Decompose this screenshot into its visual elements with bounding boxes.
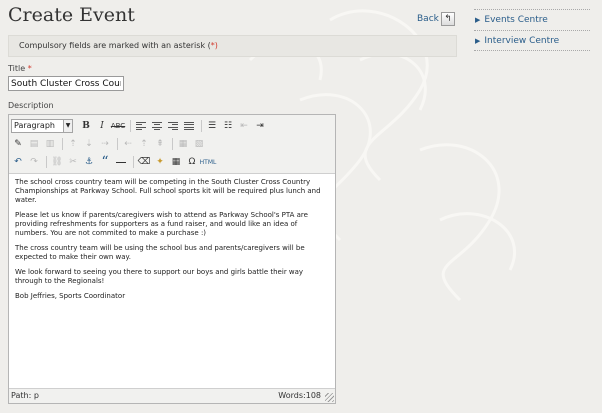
toolbar-row-2: ✎ ▤ ▥ ⇡ ⇣ ⇢ ⇠ ⇡ ⇞ ▦ ▧	[11, 135, 208, 153]
content-paragraph: The cross country team will be using the…	[15, 244, 305, 261]
table-icon[interactable]: ▤	[27, 137, 41, 151]
insert-col-icon[interactable]: ⇠	[121, 137, 135, 151]
toolbar-separator	[117, 138, 118, 150]
editor-content[interactable]: The school cross country team will be co…	[15, 178, 327, 378]
cleanup-icon[interactable]: ✦	[153, 155, 167, 169]
content-paragraph: We look forward to seeing you there to s…	[15, 268, 304, 285]
back-link[interactable]: Back	[417, 14, 439, 24]
bullet-list-icon[interactable]: ☰	[205, 119, 219, 133]
row-props-icon[interactable]: ⇢	[98, 137, 112, 151]
delete-row-icon[interactable]: ⇣	[82, 137, 96, 151]
notice-text: Compulsory fields are marked with an ast…	[19, 41, 211, 50]
horizontal-rule-icon[interactable]	[114, 155, 128, 169]
sidebar-item-label: Events Centre	[484, 15, 548, 25]
bold-button[interactable]: B	[79, 119, 93, 133]
link-icon[interactable]: ⛓	[50, 155, 64, 169]
notice-end: )	[214, 41, 218, 50]
col-props-icon[interactable]: ⇞	[153, 137, 167, 151]
sidebar-item-interview-centre[interactable]: ▶ Interview Centre	[474, 30, 590, 51]
content-paragraph: The school cross country team will be co…	[15, 178, 321, 204]
align-justify-icon[interactable]	[182, 119, 196, 133]
align-center-icon[interactable]	[150, 119, 164, 133]
chevron-down-icon: ▼	[63, 120, 72, 132]
numbered-list-icon[interactable]: ☷	[221, 119, 235, 133]
content-paragraph: Please let us know if parents/caregivers…	[15, 211, 308, 237]
description-label: Description	[8, 101, 54, 110]
align-left-icon[interactable]	[134, 119, 148, 133]
insert-row-icon[interactable]: ⇡	[66, 137, 80, 151]
editor-toolbar: Paragraph ▼ B I ABC ☰ ☷ ⇤ ⇥ ✎ ▤ ▥ ⇡ ⇣ ⇢ …	[9, 115, 335, 174]
outdent-icon[interactable]: ⇤	[237, 119, 251, 133]
back-arrow-icon[interactable]: ↰	[441, 12, 455, 26]
table-props-icon[interactable]: ▥	[43, 137, 57, 151]
title-input[interactable]	[8, 76, 124, 91]
toolbar-row-3: ↶ ↷ ⛓ ✂ ⚓ “ ⌫ ✦ ▦ Ω HTML	[11, 153, 217, 171]
anchor-icon[interactable]: ⚓	[82, 155, 96, 169]
page-title: Create Event	[8, 4, 135, 26]
sidebar-item-label: Interview Centre	[484, 35, 560, 46]
status-path: Path: p	[11, 391, 39, 400]
side-nav: ▶ Events Centre ▶ Interview Centre	[474, 9, 590, 51]
toolbar-separator	[133, 156, 134, 168]
toolbar-row-1: Paragraph ▼ B I ABC ☰ ☷ ⇤ ⇥	[11, 117, 269, 135]
remove-format-icon[interactable]: ⌫	[137, 155, 151, 169]
required-asterisk: *	[27, 64, 32, 73]
edit-icon[interactable]: ✎	[11, 137, 25, 151]
toolbar-separator	[130, 120, 131, 132]
rich-text-editor: Paragraph ▼ B I ABC ☰ ☷ ⇤ ⇥ ✎ ▤ ▥ ⇡ ⇣ ⇢ …	[8, 114, 336, 404]
title-label-text: Title	[8, 64, 26, 73]
toolbar-separator	[201, 120, 202, 132]
editor-status-bar: Path: p Words:108	[9, 388, 335, 403]
toolbar-separator	[62, 138, 63, 150]
sidebar-item-events-centre[interactable]: ▶ Events Centre	[474, 9, 590, 30]
align-right-icon[interactable]	[166, 119, 180, 133]
triangle-right-icon: ▶	[475, 36, 481, 45]
merge-cells-icon[interactable]: ▦	[176, 137, 190, 151]
split-cells-icon[interactable]: ▧	[192, 137, 206, 151]
toolbar-separator	[46, 156, 47, 168]
title-label: Title *	[8, 64, 32, 73]
format-select[interactable]: Paragraph ▼	[11, 119, 73, 133]
triangle-right-icon: ▶	[475, 16, 481, 24]
html-source-icon[interactable]: HTML	[200, 155, 217, 169]
blockquote-icon[interactable]: “	[98, 154, 112, 170]
insert-table-icon[interactable]: ▦	[169, 155, 183, 169]
create-event-page: Create Event Back ↰ Compulsory fields ar…	[0, 0, 602, 413]
toolbar-separator	[172, 138, 173, 150]
resize-grip-icon[interactable]	[325, 393, 334, 402]
undo-icon[interactable]: ↶	[11, 155, 25, 169]
italic-button[interactable]: I	[95, 119, 109, 133]
word-count: Words:108	[278, 391, 321, 400]
content-paragraph: Bob Jeffries, Sports Coordinator	[15, 292, 126, 300]
special-char-icon[interactable]: Ω	[185, 155, 199, 169]
strikethrough-button[interactable]: ABC	[111, 119, 125, 133]
format-select-value: Paragraph	[14, 121, 55, 130]
redo-icon[interactable]: ↷	[27, 155, 41, 169]
indent-icon[interactable]: ⇥	[253, 119, 267, 133]
delete-col-icon[interactable]: ⇡	[137, 137, 151, 151]
unlink-icon[interactable]: ✂	[66, 155, 80, 169]
compulsory-fields-notice: Compulsory fields are marked with an ast…	[8, 35, 457, 57]
